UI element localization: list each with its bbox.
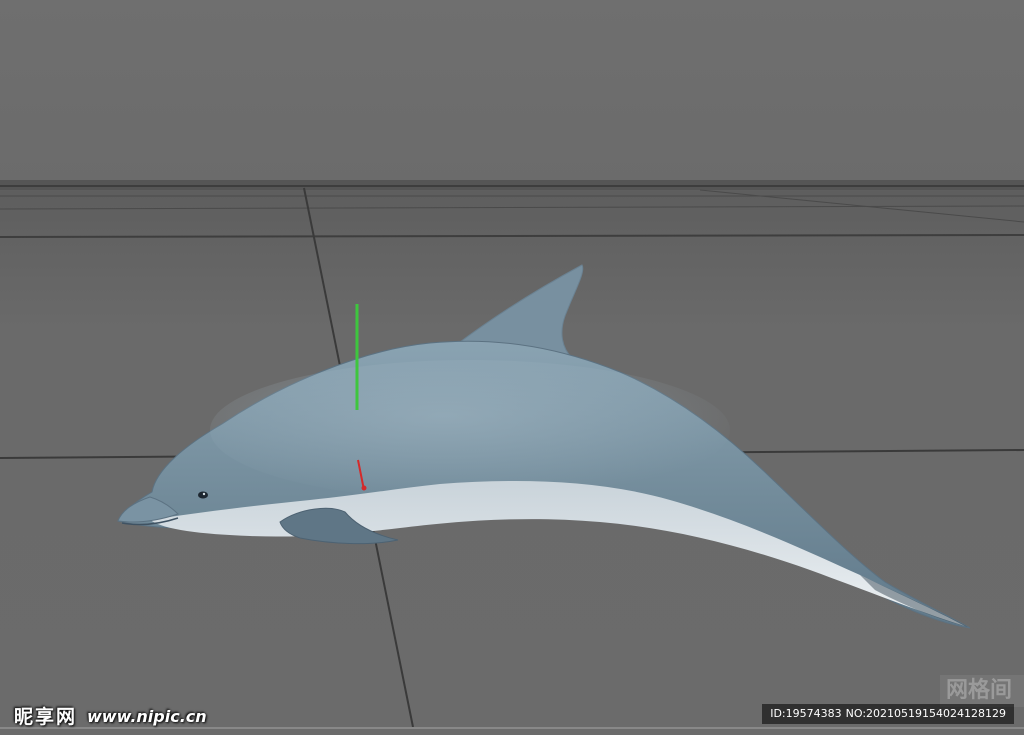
- watermark-left: 昵享网 www.nipic.cn: [14, 705, 207, 729]
- watermark-url: www.nipic.cn: [87, 707, 207, 726]
- watermark-no: NO:20210519154024128129: [845, 707, 1006, 720]
- grid-spacing-label: 网格间: [940, 675, 1024, 707]
- grid-line-mid: [0, 234, 1024, 238]
- watermark-site-name: 昵享网: [14, 706, 78, 728]
- 3d-viewport[interactable]: 网格间 昵享网 www.nipic.cn ID:19574383 NO:20210…: [0, 0, 1024, 735]
- dolphin-eye: [198, 491, 208, 499]
- dolphin-model[interactable]: [117, 264, 971, 629]
- watermark-id-badge: ID:19574383 NO:20210519154024128129: [762, 704, 1014, 724]
- dolphin-tail: [860, 575, 968, 627]
- watermark-id: ID:19574383: [770, 707, 842, 720]
- dolphin-eye-highlight: [202, 492, 206, 496]
- viewport-scene: [0, 180, 1024, 729]
- dolphin-texture: [210, 360, 730, 500]
- gizmo-pivot[interactable]: [361, 485, 367, 491]
